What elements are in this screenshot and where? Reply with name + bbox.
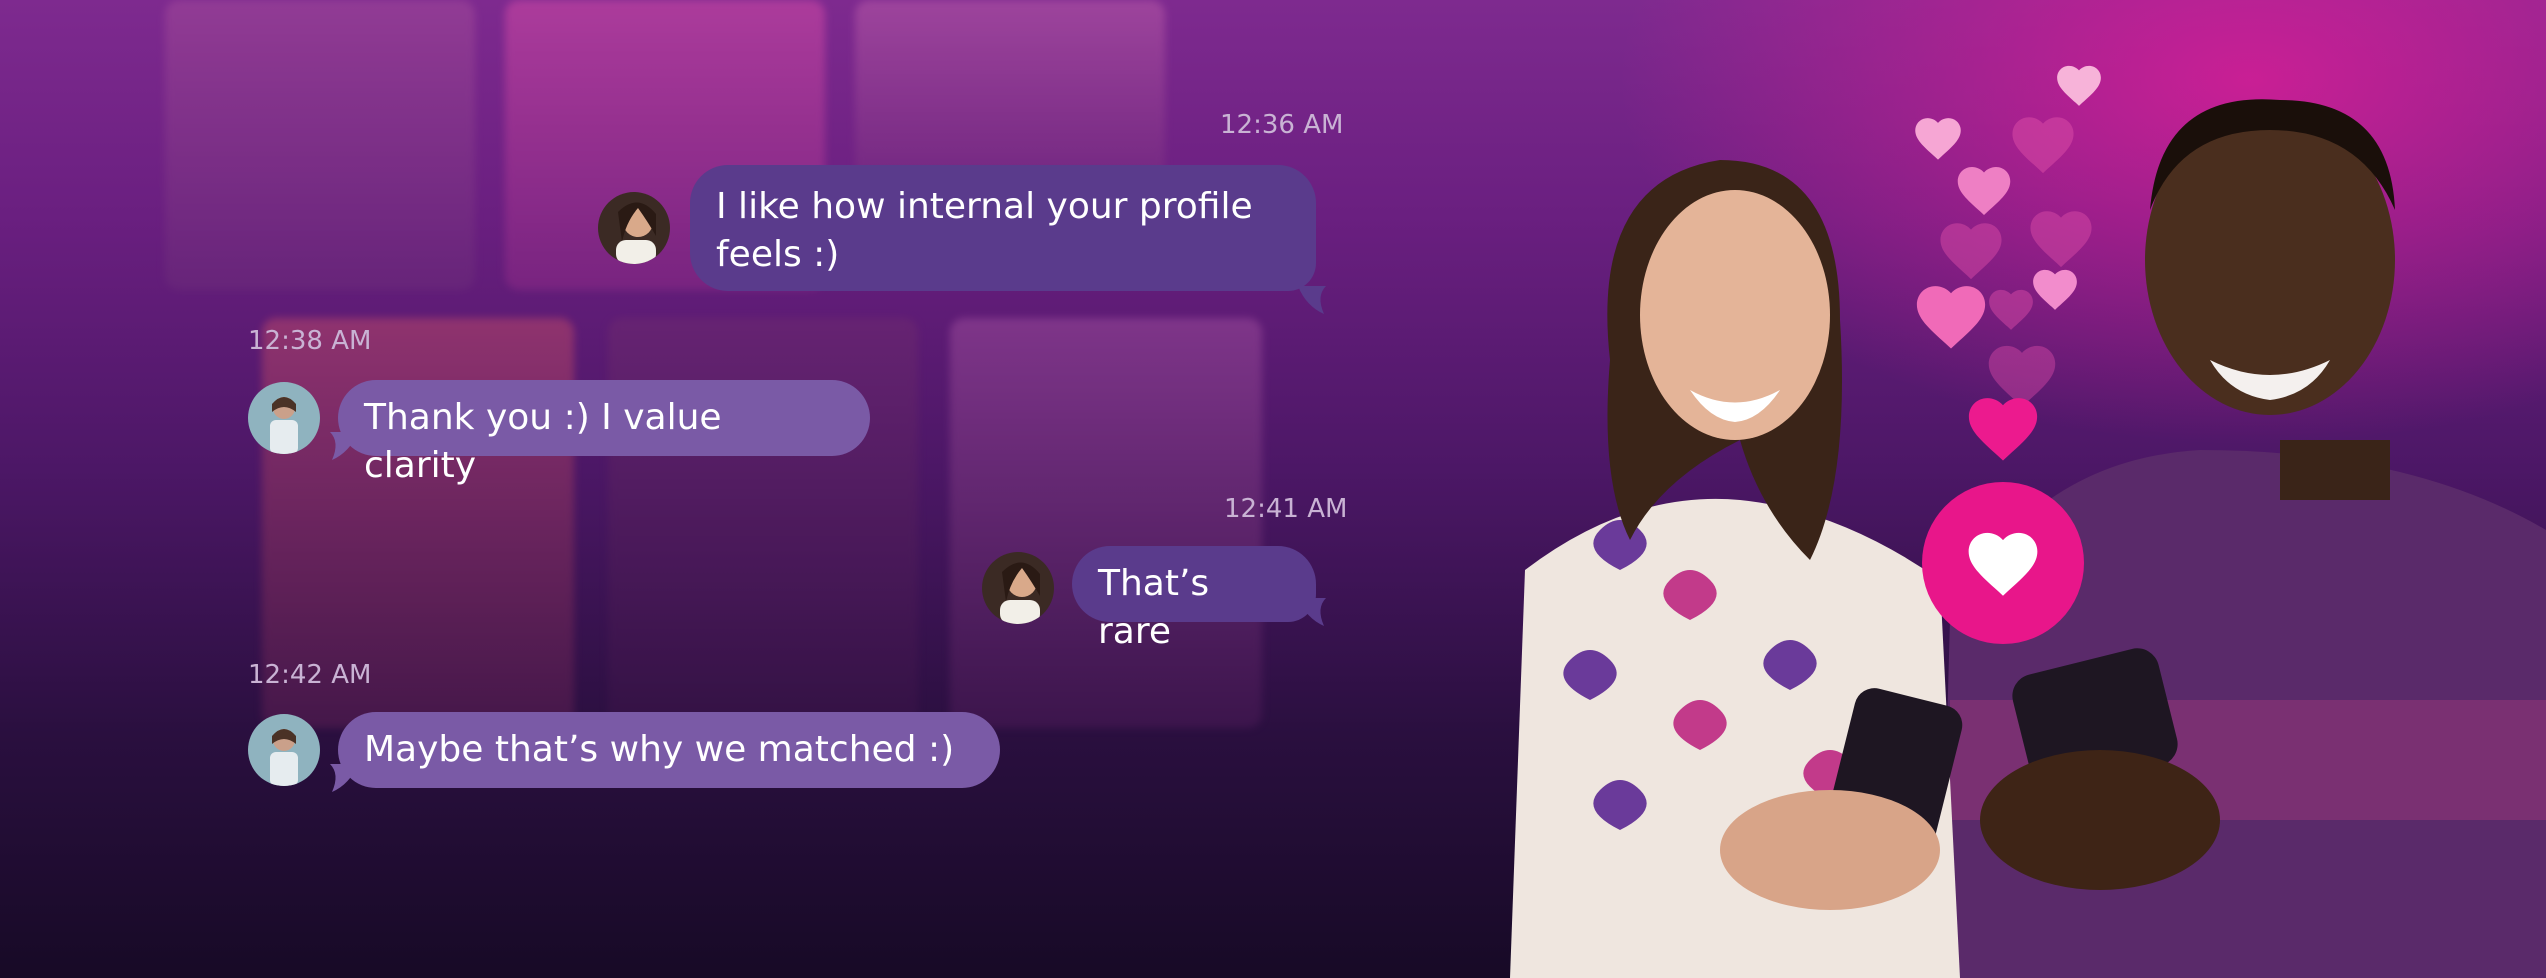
floating-heart-icon <box>2057 65 2101 106</box>
sender-avatar <box>248 382 320 454</box>
message-timestamp: 12:42 AM <box>248 660 372 690</box>
floating-heart-icon <box>1915 118 1961 160</box>
message-bubble-incoming: Thank you :) I value clarity <box>338 380 870 486</box>
message-text-line: feels :) <box>716 234 840 275</box>
message-text: Maybe that’s why we matched :) <box>364 729 955 770</box>
floating-heart-icon <box>1916 286 1986 349</box>
floating-heart-icon <box>1940 223 2002 280</box>
floating-heart-icon <box>1968 398 2038 461</box>
floating-heart-icon <box>2030 211 2092 268</box>
message-timestamp: 12:36 AM <box>1220 110 1344 140</box>
floating-heart-icon <box>1989 289 2033 330</box>
message-bubble-incoming: Maybe that’s why we matched :) <box>338 712 1000 788</box>
heart-icon <box>1968 532 2038 596</box>
bubble-tail <box>330 764 358 792</box>
hero-banner: 12:36 AM I like how internal your profil… <box>0 0 2546 978</box>
sender-avatar <box>248 714 320 786</box>
like-badge <box>1922 482 2084 644</box>
floating-heart-icon <box>2012 117 2074 174</box>
message-text-line: I like how internal your profile <box>716 186 1253 227</box>
bubble-tail <box>1298 598 1326 626</box>
floating-heart-icon <box>1957 167 2011 215</box>
message-timestamp: 12:38 AM <box>248 326 372 356</box>
message-timestamp: 12:41 AM <box>1224 494 1348 524</box>
message-bubble-outgoing: That’s rare <box>1072 546 1316 652</box>
bubble-tail <box>330 432 358 460</box>
floating-heart-icon <box>2033 269 2077 310</box>
sender-avatar <box>982 552 1054 624</box>
bubble-tail <box>1298 286 1326 314</box>
sender-avatar <box>598 192 670 264</box>
message-bubble-outgoing: I like how internal your profile feels :… <box>690 165 1316 291</box>
